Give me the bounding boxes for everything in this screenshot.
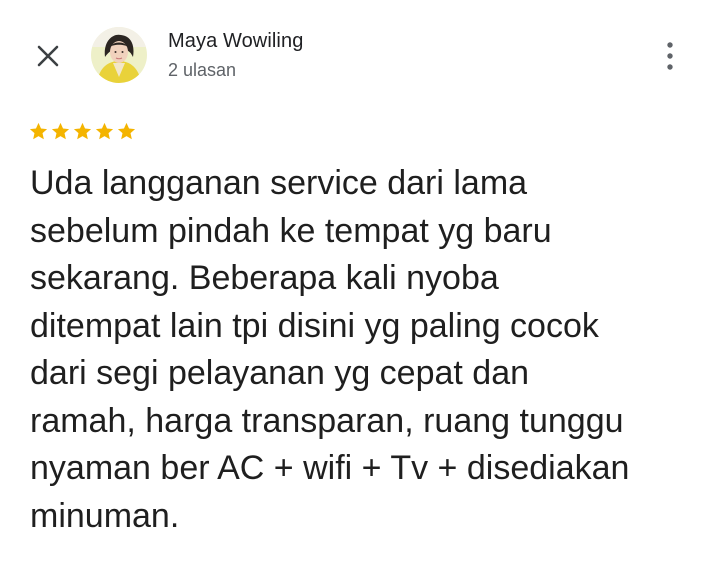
star-rating [28,121,137,142]
review-header: Maya Wowiling 2 ulasan [0,0,720,110]
star-icon [73,122,92,140]
review-count: 2 ulasan [168,60,237,80]
more-options-button[interactable] [652,36,688,76]
star-icon [29,122,48,140]
avatar[interactable] [91,27,147,83]
star-icon [117,122,136,140]
reviewer-name[interactable]: Maya Wowiling [168,30,303,53]
star-icon [95,122,114,140]
avatar-photo [91,27,147,83]
close-button[interactable] [30,38,66,74]
star-icon [51,122,70,140]
more-vert-icon [667,42,673,70]
close-icon [37,45,59,67]
review-text: Uda langganan service dari lama sebelum … [30,164,630,535]
